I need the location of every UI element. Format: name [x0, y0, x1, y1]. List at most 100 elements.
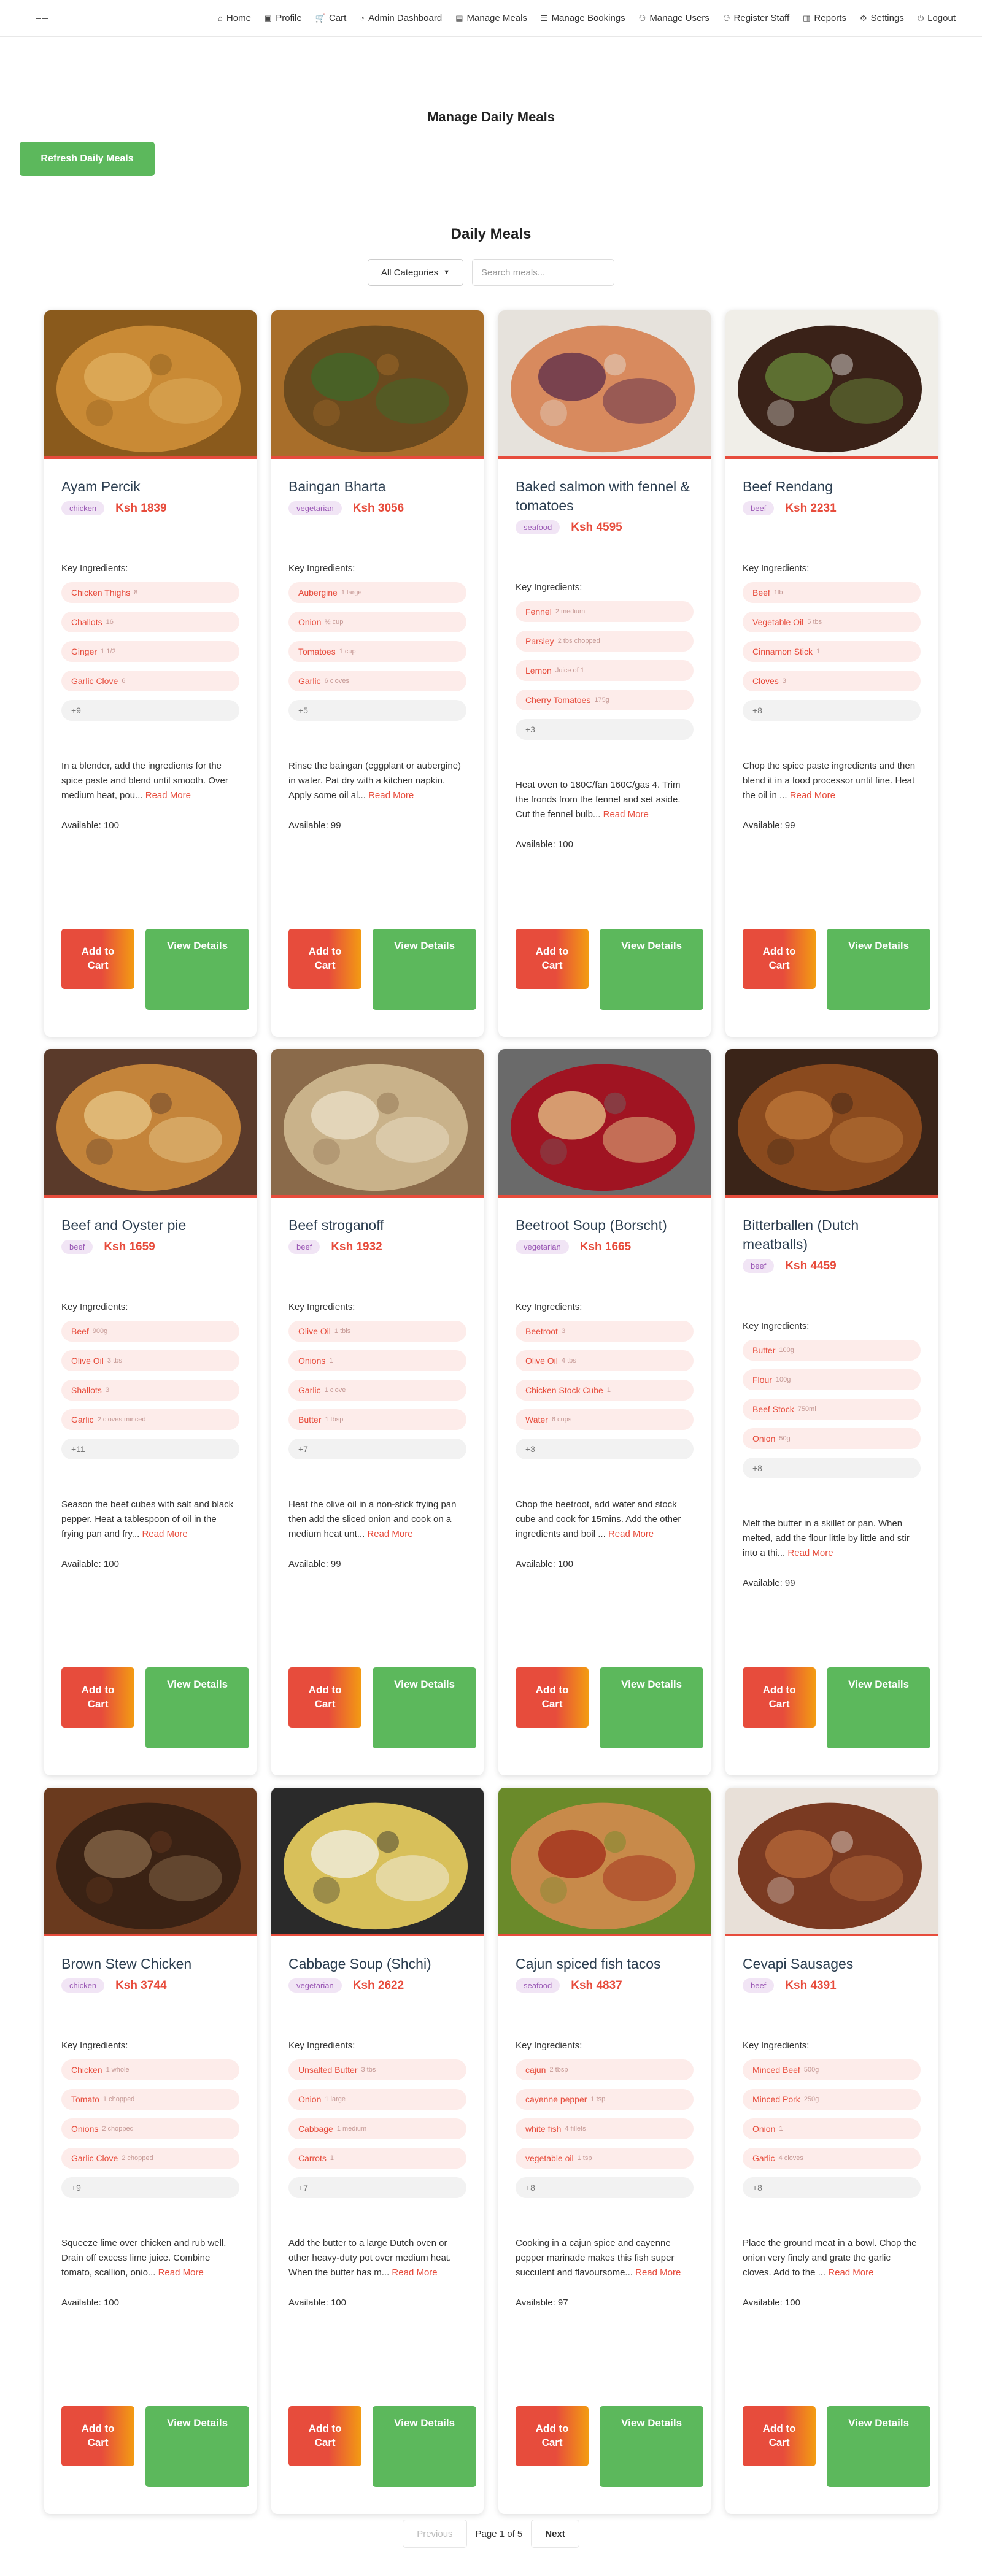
nav-item-manage-meals[interactable]: ▤ Manage Meals	[449, 13, 534, 23]
read-more-link[interactable]: Read More	[790, 790, 835, 801]
meal-description: Squeeze lime over chicken and rub well. …	[61, 2236, 239, 2282]
view-details-button[interactable]: View Details	[827, 1667, 930, 1748]
meal-name: Beef Rendang	[743, 479, 833, 494]
view-details-button[interactable]: View Details	[600, 929, 703, 1010]
meal-price: Ksh 4595	[571, 520, 622, 534]
key-ingredients-label: Key Ingredients:	[743, 563, 810, 574]
nav-item-profile[interactable]: ▣ Profile	[258, 13, 309, 23]
ingredient-chip: Minced Beef 500g	[743, 2059, 921, 2081]
read-more-link[interactable]: Read More	[367, 1529, 412, 1539]
view-details-button[interactable]: View Details	[373, 929, 476, 1010]
view-details-button[interactable]: View Details	[827, 929, 930, 1010]
nav-item-cart[interactable]: 🛒 Cart	[309, 13, 354, 23]
nav-item-home[interactable]: ⌂ Home	[211, 13, 258, 23]
ingredient-quantity: 1 large	[341, 589, 362, 597]
meal-name: Cabbage Soup (Shchi)	[288, 1956, 431, 1972]
availability: Available: 97	[516, 2297, 568, 2309]
meal-name: Beetroot Soup (Borscht)	[516, 1217, 667, 1233]
ingredient-quantity: 100g	[779, 1347, 794, 1355]
ingredient-name: Carrots	[298, 2153, 327, 2164]
read-more-link[interactable]: Read More	[828, 2267, 873, 2278]
nav-item-admin-dashboard[interactable]: ◔ Admin Dashboard	[353, 13, 449, 23]
ingredient-quantity: 250g	[803, 2096, 819, 2104]
ingredient-name: Onions	[71, 2124, 99, 2134]
add-to-cart-button[interactable]: Add to Cart	[516, 1667, 589, 1728]
read-more-link[interactable]: Read More	[603, 809, 649, 820]
ingredient-name: Tomato	[71, 2094, 99, 2105]
meal-name: Baked salmon with fennel & tomatoes	[516, 479, 690, 514]
add-to-cart-button[interactable]: Add to Cart	[743, 929, 816, 989]
view-details-button[interactable]: View Details	[373, 1667, 476, 1748]
read-more-link[interactable]: Read More	[787, 1548, 833, 1558]
category-badge: chicken	[61, 501, 105, 516]
view-details-button[interactable]: View Details	[145, 929, 249, 1010]
ingredient-quantity: 4 fillets	[565, 2125, 586, 2133]
ingredient-quantity: 2 tbsp	[549, 2066, 568, 2074]
nav-item-manage-users[interactable]: ⚇ Manage Users	[632, 13, 716, 23]
ingredient-name: Cabbage	[298, 2124, 333, 2134]
meal-description: Season the beef cubes with salt and blac…	[61, 1498, 239, 1543]
refresh-daily-meals-button[interactable]: Refresh Daily Meals	[20, 142, 155, 176]
ingredient-quantity: 4 tbs	[561, 1357, 576, 1365]
nav-item-reports[interactable]: ▥ Reports	[796, 13, 853, 23]
meal-price: Ksh 4391	[785, 1978, 837, 1992]
ingredient-chip: Flour 100g	[743, 1369, 921, 1391]
category-select[interactable]: All Categories ▼	[368, 259, 463, 286]
view-details-button[interactable]: View Details	[827, 2406, 930, 2487]
ingredient-quantity: 3 tbs	[107, 1357, 122, 1365]
add-to-cart-button[interactable]: Add to Cart	[61, 2406, 135, 2466]
add-to-cart-button[interactable]: Add to Cart	[516, 929, 589, 989]
meal-name: Beef and Oyster pie	[61, 1217, 187, 1233]
meal-image	[498, 1049, 711, 1198]
ingredient-quantity: 3	[105, 1386, 109, 1394]
read-more-link[interactable]: Read More	[635, 2267, 681, 2278]
read-more-link[interactable]: Read More	[608, 1529, 654, 1539]
read-more-link[interactable]: Read More	[158, 2267, 204, 2278]
nav-item-register-staff[interactable]: ⚇ Register Staff	[716, 13, 796, 23]
ingredient-name: Garlic	[298, 1385, 321, 1396]
view-details-button[interactable]: View Details	[600, 2406, 703, 2487]
meal-image	[271, 1788, 484, 1936]
nav-item-manage-bookings[interactable]: ☰ Manage Bookings	[534, 13, 632, 23]
read-more-link[interactable]: Read More	[142, 1529, 187, 1539]
nav-item-label: Cart	[328, 13, 347, 23]
add-to-cart-button[interactable]: Add to Cart	[288, 929, 362, 989]
ingredient-chip: Onion 1	[743, 2118, 921, 2140]
view-details-button[interactable]: View Details	[373, 2406, 476, 2487]
menu-logo-icon[interactable]	[36, 14, 49, 23]
availability: Available: 99	[743, 1578, 795, 1589]
ingredient-quantity: 1	[329, 1357, 333, 1365]
add-to-cart-label: Add to Cart	[308, 945, 342, 971]
ingredient-chip: Shallots 3	[61, 1380, 239, 1401]
ingredient-chip: Unsalted Butter 3 tbs	[288, 2059, 466, 2081]
view-details-button[interactable]: View Details	[600, 1667, 703, 1748]
read-more-link[interactable]: Read More	[368, 790, 414, 801]
add-to-cart-button[interactable]: Add to Cart	[61, 1667, 135, 1728]
page-info: Page 1 of 5	[475, 2528, 523, 2539]
ingredient-quantity: 2 medium	[555, 608, 586, 616]
add-to-cart-button[interactable]: Add to Cart	[288, 2406, 362, 2466]
category-badge: beef	[61, 1240, 93, 1255]
add-to-cart-button[interactable]: Add to Cart	[516, 2406, 589, 2466]
ingredient-quantity: 3	[561, 1328, 566, 1336]
nav-item-settings[interactable]: ⚙ Settings	[853, 13, 911, 23]
search-input[interactable]: Search meals...	[472, 259, 614, 286]
next-button[interactable]: Next	[531, 2520, 579, 2548]
read-more-link[interactable]: Read More	[392, 2267, 437, 2278]
add-to-cart-button[interactable]: Add to Cart	[61, 929, 135, 989]
add-to-cart-button[interactable]: Add to Cart	[743, 1667, 816, 1728]
nav-item-logout[interactable]: ⏻ Logout	[911, 13, 962, 23]
add-to-cart-button[interactable]: Add to Cart	[288, 1667, 362, 1728]
meal-card: Beef Rendang beef Ksh 2231 Key Ingredien…	[725, 310, 938, 1037]
add-to-cart-label: Add to Cart	[535, 2423, 569, 2448]
ingredient-quantity: 1	[330, 2155, 334, 2163]
add-to-cart-button[interactable]: Add to Cart	[743, 2406, 816, 2466]
previous-button[interactable]: Previous	[403, 2520, 467, 2548]
ingredient-name: Beef	[752, 588, 770, 598]
read-more-link[interactable]: Read More	[145, 790, 191, 801]
meal-name: Cajun spiced fish tacos	[516, 1956, 661, 1972]
meal-image	[271, 1049, 484, 1198]
ingredient-quantity: 750ml	[797, 1405, 816, 1413]
view-details-button[interactable]: View Details	[145, 1667, 249, 1748]
view-details-button[interactable]: View Details	[145, 2406, 249, 2487]
